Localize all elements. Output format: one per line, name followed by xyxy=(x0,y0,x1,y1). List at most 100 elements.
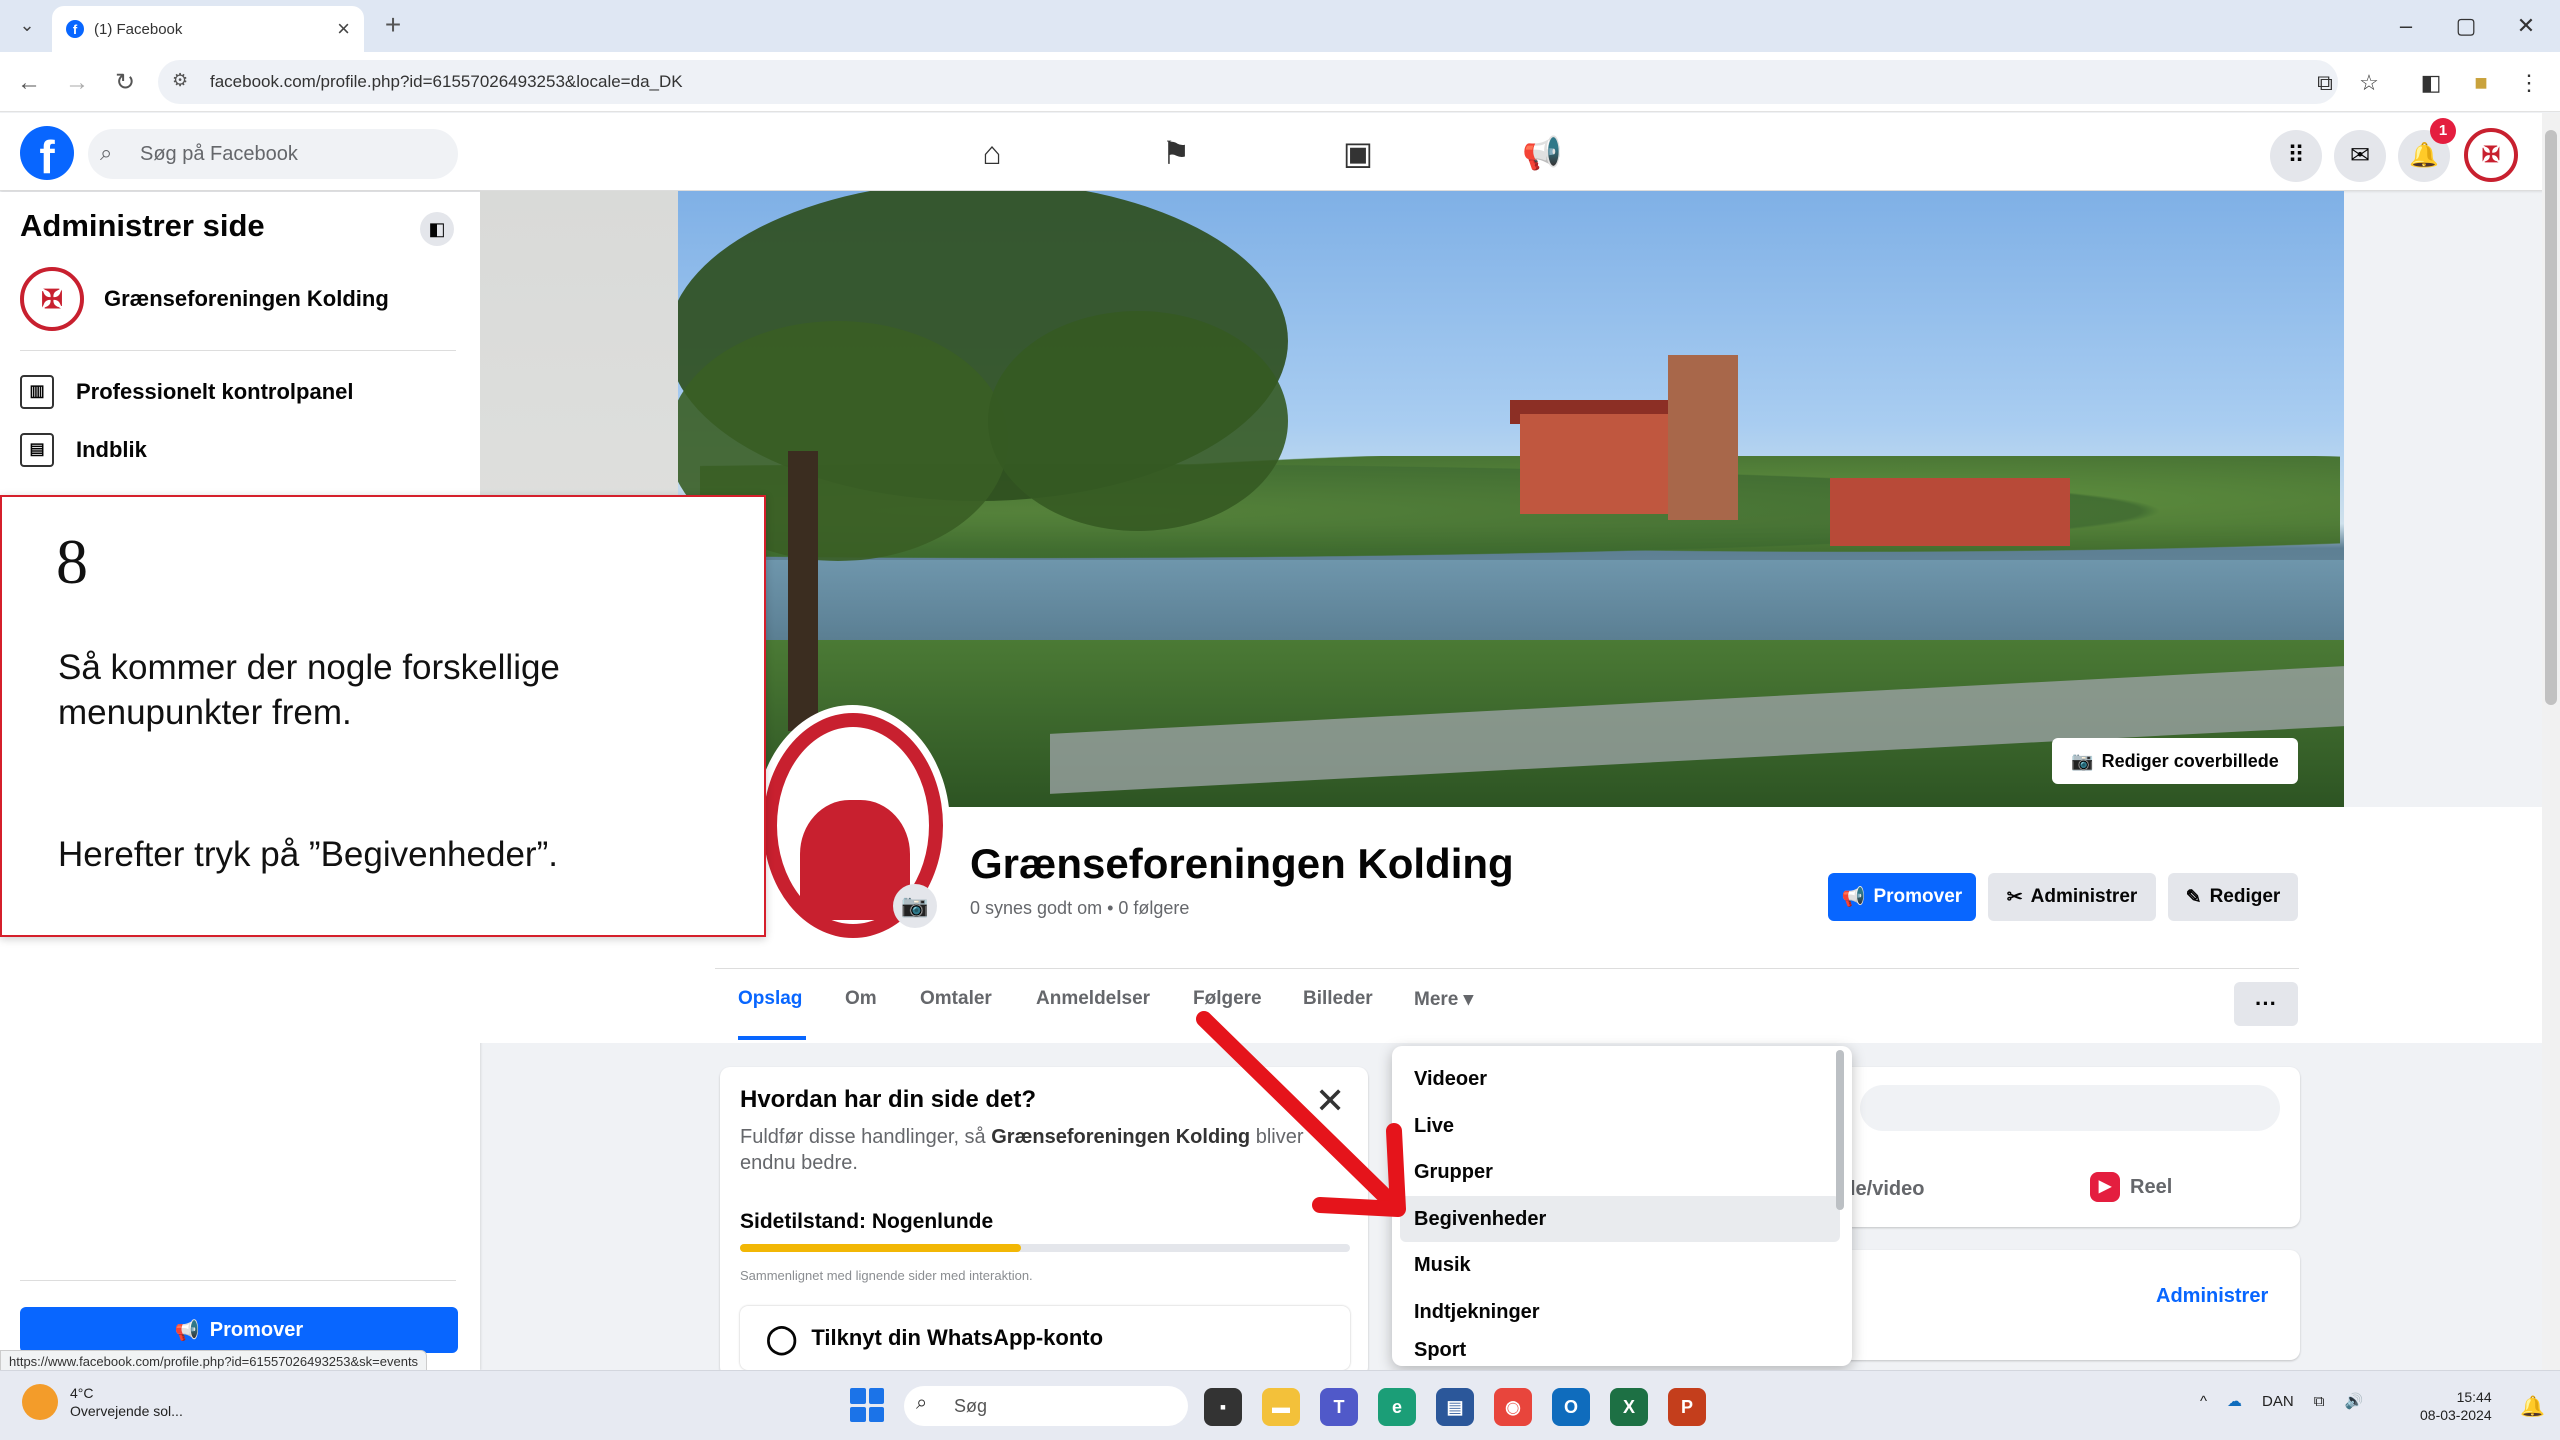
url-text: facebook.com/profile.php?id=615570264932… xyxy=(210,72,683,91)
menu-item-events[interactable]: Begivenheder xyxy=(1400,1196,1840,1242)
account-avatar[interactable]: ✠ xyxy=(2464,128,2518,182)
sidebar-item-label: Indblik xyxy=(76,437,147,462)
weather-widget[interactable]: 4°C Overvejende sol... xyxy=(22,1384,183,1420)
address-bar[interactable]: facebook.com/profile.php?id=615570264932… xyxy=(158,60,2338,104)
change-profile-photo-icon[interactable]: 📷 xyxy=(893,884,937,928)
site-info-icon[interactable]: ⚙ xyxy=(172,70,188,91)
menu-item-music[interactable]: Musik xyxy=(1400,1242,1840,1288)
home-icon[interactable]: ⌂ xyxy=(962,130,1022,176)
menu-item-videos[interactable]: Videoer xyxy=(1400,1056,1840,1102)
language-indicator[interactable]: DAN xyxy=(2262,1393,2294,1410)
composer-input[interactable] xyxy=(1860,1085,2280,1131)
active-tab-indicator xyxy=(738,1036,806,1040)
sidebar-divider xyxy=(20,1280,456,1281)
dashboard-icon: ▥ xyxy=(20,375,54,409)
megaphone-icon[interactable]: 📢 xyxy=(1512,130,1572,176)
more-options-button[interactable]: ··· xyxy=(2234,982,2298,1026)
system-tray[interactable]: ^ ☁ DAN ⧉ 🔊 xyxy=(2200,1392,2363,1411)
outlook-icon[interactable]: O xyxy=(1552,1388,1590,1426)
sidebar-collapse-icon[interactable]: ◧ xyxy=(420,212,454,246)
tab-about[interactable]: Om xyxy=(845,988,877,1010)
town-houses xyxy=(1830,478,2070,546)
page-health-status: Sidetilstand: Nogenlunde xyxy=(740,1210,994,1233)
powerpoint-icon[interactable]: P xyxy=(1668,1388,1706,1426)
minimize-icon[interactable]: – xyxy=(2386,10,2426,42)
megaphone-icon: 📢 xyxy=(1841,887,1866,908)
onedrive-icon[interactable]: ☁ xyxy=(2227,1392,2242,1410)
install-app-icon[interactable]: ⧉ xyxy=(2308,66,2342,100)
tab-mentions[interactable]: Omtaler xyxy=(920,988,992,1010)
step-number: 8 xyxy=(56,526,88,597)
close-tab-icon[interactable]: × xyxy=(337,16,350,42)
ads-manager-icon[interactable]: ▣ xyxy=(1328,130,1388,176)
administer-link[interactable]: Administrer xyxy=(2156,1285,2268,1308)
profile-icon[interactable]: ■ xyxy=(2464,66,2498,100)
back-icon[interactable]: ← xyxy=(12,66,46,100)
edit-button[interactable]: ✎ Rediger xyxy=(2168,873,2298,921)
sidebar-promote-button[interactable]: 📢 Promover xyxy=(20,1307,458,1353)
tools-icon: ✂ xyxy=(2006,886,2023,908)
close-window-icon[interactable]: ✕ xyxy=(2506,10,2546,42)
new-tab-button[interactable]: + xyxy=(378,10,408,40)
tab-search-dropdown-icon[interactable]: ⌄ xyxy=(14,12,40,38)
menu-item-live[interactable]: Live xyxy=(1400,1103,1840,1149)
red-pointer-arrow xyxy=(1196,1011,1406,1217)
menu-item-checkins[interactable]: Indtjekninger xyxy=(1400,1289,1840,1335)
excel-icon[interactable]: X xyxy=(1610,1388,1648,1426)
pencil-icon: ✎ xyxy=(2185,886,2202,908)
connect-whatsapp-button[interactable]: ◯ Tilknyt din WhatsApp-konto xyxy=(740,1306,1350,1370)
bookmark-star-icon[interactable]: ☆ xyxy=(2352,66,2386,100)
search-icon: ⌕ xyxy=(916,1392,928,1414)
menu-scrollbar[interactable] xyxy=(1836,1050,1844,1210)
castle-tower xyxy=(1668,355,1738,520)
photo-video-button[interactable]: le/video xyxy=(1850,1178,1924,1201)
reel-button[interactable]: ▶ Reel xyxy=(2090,1172,2172,1202)
windows-start-icon[interactable] xyxy=(850,1388,884,1422)
sidebar-item-dashboard[interactable]: ▥ Professionelt kontrolpanel xyxy=(20,366,460,418)
edge-icon[interactable]: e xyxy=(1378,1388,1416,1426)
insights-icon: ▤ xyxy=(20,433,54,467)
health-compare-note: Sammenlignet med lignende sider med inte… xyxy=(740,1268,1033,1283)
chrome-icon[interactable]: ◉ xyxy=(1494,1388,1532,1426)
promote-button[interactable]: 📢 Promover xyxy=(1828,873,1976,921)
volume-icon[interactable]: 🔊 xyxy=(2344,1392,2363,1410)
facebook-search-input[interactable]: Søg på Facebook xyxy=(88,129,458,179)
menu-item-sport[interactable]: Sport xyxy=(1400,1335,1840,1365)
browser-tab[interactable]: f (1) Facebook × xyxy=(52,6,364,52)
messenger-icon[interactable]: ✉ xyxy=(2334,130,2386,182)
forward-icon[interactable]: → xyxy=(60,66,94,100)
side-panel-icon[interactable]: ◧ xyxy=(2414,66,2448,100)
page-stats[interactable]: 0 synes godt om • 0 følgere xyxy=(970,898,1189,919)
menu-grid-icon[interactable]: ⠿ xyxy=(2270,130,2322,182)
camera-icon: 📷 xyxy=(2071,750,2094,771)
browser-menu-icon[interactable]: ⋮ xyxy=(2512,66,2546,100)
administer-button[interactable]: ✂ Administrer xyxy=(1988,873,2156,921)
pages-flag-icon[interactable]: ⚑ xyxy=(1146,130,1206,176)
chevron-up-icon[interactable]: ^ xyxy=(2200,1393,2207,1410)
task-view-icon[interactable]: ▪ xyxy=(1204,1388,1242,1426)
reload-icon[interactable]: ↻ xyxy=(108,66,142,100)
page-title: Grænseforeningen Kolding xyxy=(970,840,1514,887)
network-icon[interactable]: ⧉ xyxy=(2314,1393,2325,1410)
page-scrollbar-thumb[interactable] xyxy=(2545,130,2557,705)
tab-posts[interactable]: Opslag xyxy=(738,988,802,1010)
health-progress-fill xyxy=(740,1244,1021,1252)
teams-icon[interactable]: T xyxy=(1320,1388,1358,1426)
file-explorer-icon[interactable]: ▬ xyxy=(1262,1388,1300,1426)
taskbar-search-input[interactable]: Søg xyxy=(904,1386,1188,1426)
reel-icon: ▶ xyxy=(2090,1172,2120,1202)
store-icon[interactable]: ▤ xyxy=(1436,1388,1474,1426)
edit-cover-button[interactable]: 📷 Rediger coverbillede xyxy=(2052,738,2298,784)
facebook-favicon-icon: f xyxy=(66,20,84,38)
facebook-logo-icon[interactable]: f xyxy=(20,126,74,180)
menu-item-groups[interactable]: Grupper xyxy=(1400,1149,1840,1195)
taskbar-clock[interactable]: 15:44 08-03-2024 xyxy=(2420,1388,2492,1424)
instruction-text-2: Herefter tryk på ”Begivenheder”. xyxy=(58,835,558,874)
notification-center-icon[interactable]: 🔔 xyxy=(2520,1394,2545,1419)
restore-icon[interactable]: ▢ xyxy=(2446,10,2486,42)
sidebar-item-insights[interactable]: ▤ Indblik xyxy=(20,424,460,476)
tab-reviews[interactable]: Anmeldelser xyxy=(1036,988,1150,1010)
sidebar-page-item[interactable]: ✠ Grænseforeningen Kolding xyxy=(20,265,460,333)
whatsapp-icon: ◯ xyxy=(766,1322,798,1354)
megaphone-icon: 📢 xyxy=(174,1319,200,1342)
